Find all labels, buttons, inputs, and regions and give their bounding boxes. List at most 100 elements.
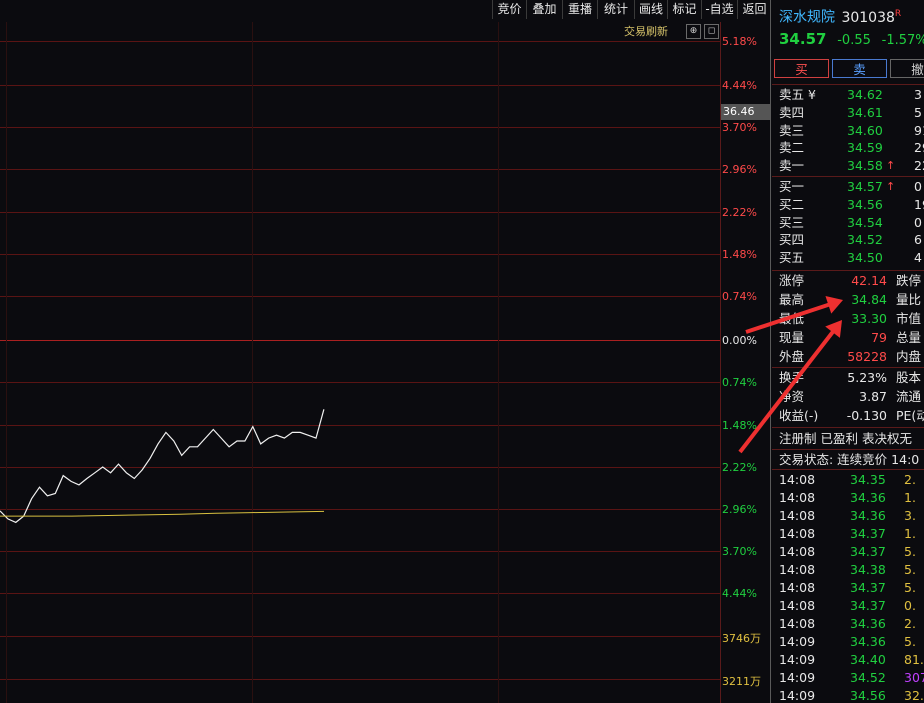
bids-label: 买三	[779, 214, 805, 230]
stat-value: 3.87	[859, 389, 887, 404]
tick-price: 34.35	[850, 472, 886, 487]
tick-price: 34.37	[850, 526, 886, 541]
last-price: 34.57	[779, 30, 827, 48]
tick-volume: 5.	[904, 634, 916, 649]
stock-header: 深水规院 301038R	[779, 5, 901, 26]
tick-volume: 5.	[904, 580, 916, 595]
tick-time: 14:08	[779, 562, 816, 577]
tick-volume: 32.	[904, 688, 924, 703]
stat-label-2: 市值	[896, 311, 922, 326]
asks-row: 卖四 34.61 5	[779, 104, 924, 122]
bids-price: 34.50	[847, 250, 883, 266]
asks-volume: 91	[914, 122, 924, 138]
chart-toolbar: 竞价 叠加 重播 统计 画线 标记 -自选 返回	[0, 0, 770, 20]
tick-row: 14:08 34.38 5.	[779, 561, 924, 579]
stat-value: 79	[871, 330, 887, 345]
quote-line: 34.57 -0.55 -1.57%	[779, 30, 924, 48]
bids-volume: 0	[914, 179, 922, 194]
tick-price: 34.36	[850, 508, 886, 523]
axis-label: 5.18%	[722, 35, 757, 48]
tick-price: 34.36	[850, 616, 886, 631]
tick-volume: 0.	[904, 598, 916, 613]
stat-label: 净资	[779, 389, 805, 404]
buy-button[interactable]: 买	[774, 59, 829, 78]
toolbar-button[interactable]: 画线	[634, 0, 667, 19]
toolbar-button[interactable]: 重播	[562, 0, 597, 19]
cancel-button[interactable]: 撤	[890, 59, 924, 78]
tick-volume: 5.	[904, 562, 916, 577]
bids-row: 买一 34.57 ↑ 0	[779, 178, 924, 196]
asks-volume: 22	[914, 158, 924, 174]
asks-row: 卖一 34.58↑ 22	[779, 157, 924, 175]
asks-price: 34.59	[847, 140, 883, 156]
tick-price: 34.36	[850, 490, 886, 505]
toolbar-button[interactable]: 统计	[597, 0, 634, 19]
asks-row: 卖二 34.59 29	[779, 139, 924, 157]
axis-label: 2.22%	[722, 461, 757, 474]
stat-value: -0.130	[846, 408, 887, 423]
divider	[772, 84, 924, 85]
tick-price: 34.37	[850, 544, 886, 559]
axis-label: 0.74%	[722, 290, 757, 303]
divider	[772, 176, 924, 177]
axis-label: 3746万	[722, 632, 761, 645]
quote-panel: 深水规院 301038R 34.57 -0.55 -1.57% 买 卖 撤 卖五…	[772, 0, 924, 703]
asks-price: 34.60	[847, 122, 883, 138]
asks-label: 卖二	[779, 140, 805, 156]
bids-volume: 0	[914, 214, 922, 230]
sell-button[interactable]: 卖	[832, 59, 887, 78]
asks-row: 卖三 34.60 91	[779, 122, 924, 140]
tick-row: 14:09 34.56 32.	[779, 687, 924, 703]
divider	[772, 270, 924, 271]
axis-label: 3.70%	[722, 121, 757, 134]
stock-name: 深水规院	[779, 9, 835, 26]
axis-label: 0.00%	[722, 334, 757, 347]
tick-time: 14:08	[779, 544, 816, 559]
bids-price: 34.57	[847, 179, 883, 194]
stock-code: 301038	[841, 9, 895, 26]
stat-label-2: 跌停	[896, 273, 922, 288]
tick-time: 14:09	[779, 634, 816, 649]
stat-row: 最低 33.30 市值	[779, 310, 924, 328]
axis-label: 1.48%	[722, 419, 757, 432]
tick-time: 14:08	[779, 490, 816, 505]
axis-label: 4.44%	[722, 587, 757, 600]
tick-volume: 307.	[904, 670, 924, 685]
stat-label-2: 内盘	[896, 349, 922, 364]
tick-time: 14:08	[779, 598, 816, 613]
toolbar-button[interactable]: 返回	[737, 0, 771, 19]
panel-divider	[770, 0, 771, 703]
stat-value: 58228	[847, 349, 887, 364]
axis-label: 3211万	[722, 675, 761, 688]
stat-value: 42.14	[851, 273, 887, 288]
bids-price: 34.52	[847, 232, 883, 248]
asks-label: 卖三	[779, 122, 805, 138]
tick-volume: 2.	[904, 616, 916, 631]
tick-price: 34.37	[850, 580, 886, 595]
tick-price: 34.56	[850, 688, 886, 703]
intraday-chart[interactable]	[0, 22, 720, 703]
stat-value: 5.23%	[847, 370, 887, 385]
stat-row: 换手 5.23% 股本	[779, 369, 924, 387]
stat-label: 现量	[779, 330, 805, 345]
tick-time: 14:09	[779, 688, 816, 703]
tick-row: 14:08 34.37 0.	[779, 597, 924, 615]
bids-volume: 4	[914, 250, 922, 266]
asks-price: 34.61	[847, 104, 883, 120]
axis-label: 2.96%	[722, 503, 757, 516]
avg-price-line	[0, 510, 325, 517]
toolbar-button[interactable]: -自选	[701, 0, 737, 19]
tick-price: 34.52	[850, 670, 886, 685]
stat-row: 净资 3.87 流通	[779, 388, 924, 406]
tick-row: 14:08 34.35 2.	[779, 471, 924, 489]
tick-row: 14:08 34.36 3.	[779, 507, 924, 525]
stat-label: 涨停	[779, 273, 805, 288]
toolbar-button[interactable]: 竞价	[492, 0, 526, 19]
toolbar-button[interactable]: 标记	[667, 0, 701, 19]
toolbar-button[interactable]: 叠加	[526, 0, 562, 19]
price-line	[0, 409, 325, 524]
asks-volume: 3	[914, 87, 922, 102]
stat-value: 33.30	[851, 311, 887, 326]
stat-label-2: 股本	[896, 370, 922, 385]
tick-row: 14:08 34.36 1.	[779, 489, 924, 507]
